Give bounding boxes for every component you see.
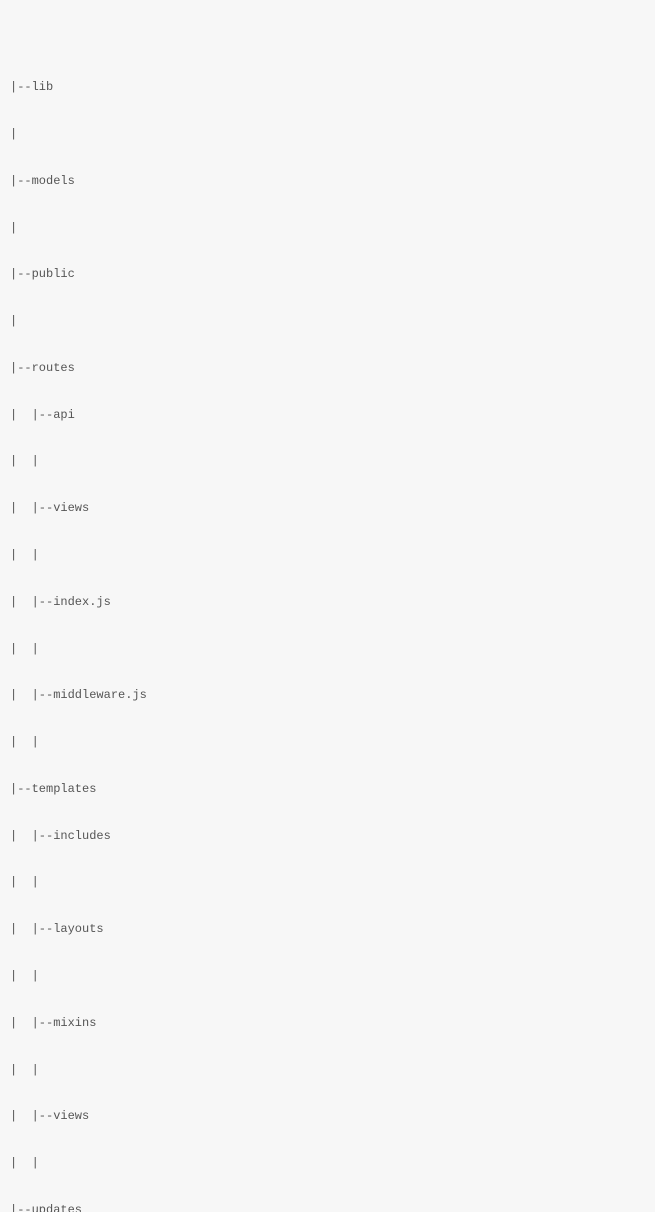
- tree-line: |--templates: [10, 778, 645, 801]
- tree-line: | |--includes: [10, 825, 645, 848]
- tree-line: | |--api: [10, 404, 645, 427]
- tree-line: | |: [10, 965, 645, 988]
- tree-line: | |: [10, 1059, 645, 1082]
- tree-line: |: [10, 217, 645, 240]
- tree-line: | |--layouts: [10, 918, 645, 941]
- tree-line: |: [10, 310, 645, 333]
- tree-line: | |: [10, 638, 645, 661]
- tree-line: | |: [10, 450, 645, 473]
- tree-line: | |--views: [10, 1105, 645, 1128]
- tree-line: |--models: [10, 170, 645, 193]
- tree-line: |--routes: [10, 357, 645, 380]
- tree-line: | |--mixins: [10, 1012, 645, 1035]
- tree-line: | |: [10, 871, 645, 894]
- tree-line: | |--index.js: [10, 591, 645, 614]
- tree-line: | |: [10, 544, 645, 567]
- tree-line: | |: [10, 1152, 645, 1175]
- tree-line: |--updates: [10, 1199, 645, 1212]
- tree-line: | |: [10, 731, 645, 754]
- tree-line: |--lib: [10, 76, 645, 99]
- tree-line: | |--views: [10, 497, 645, 520]
- tree-line: |: [10, 123, 645, 146]
- tree-line: |--public: [10, 263, 645, 286]
- tree-line: | |--middleware.js: [10, 684, 645, 707]
